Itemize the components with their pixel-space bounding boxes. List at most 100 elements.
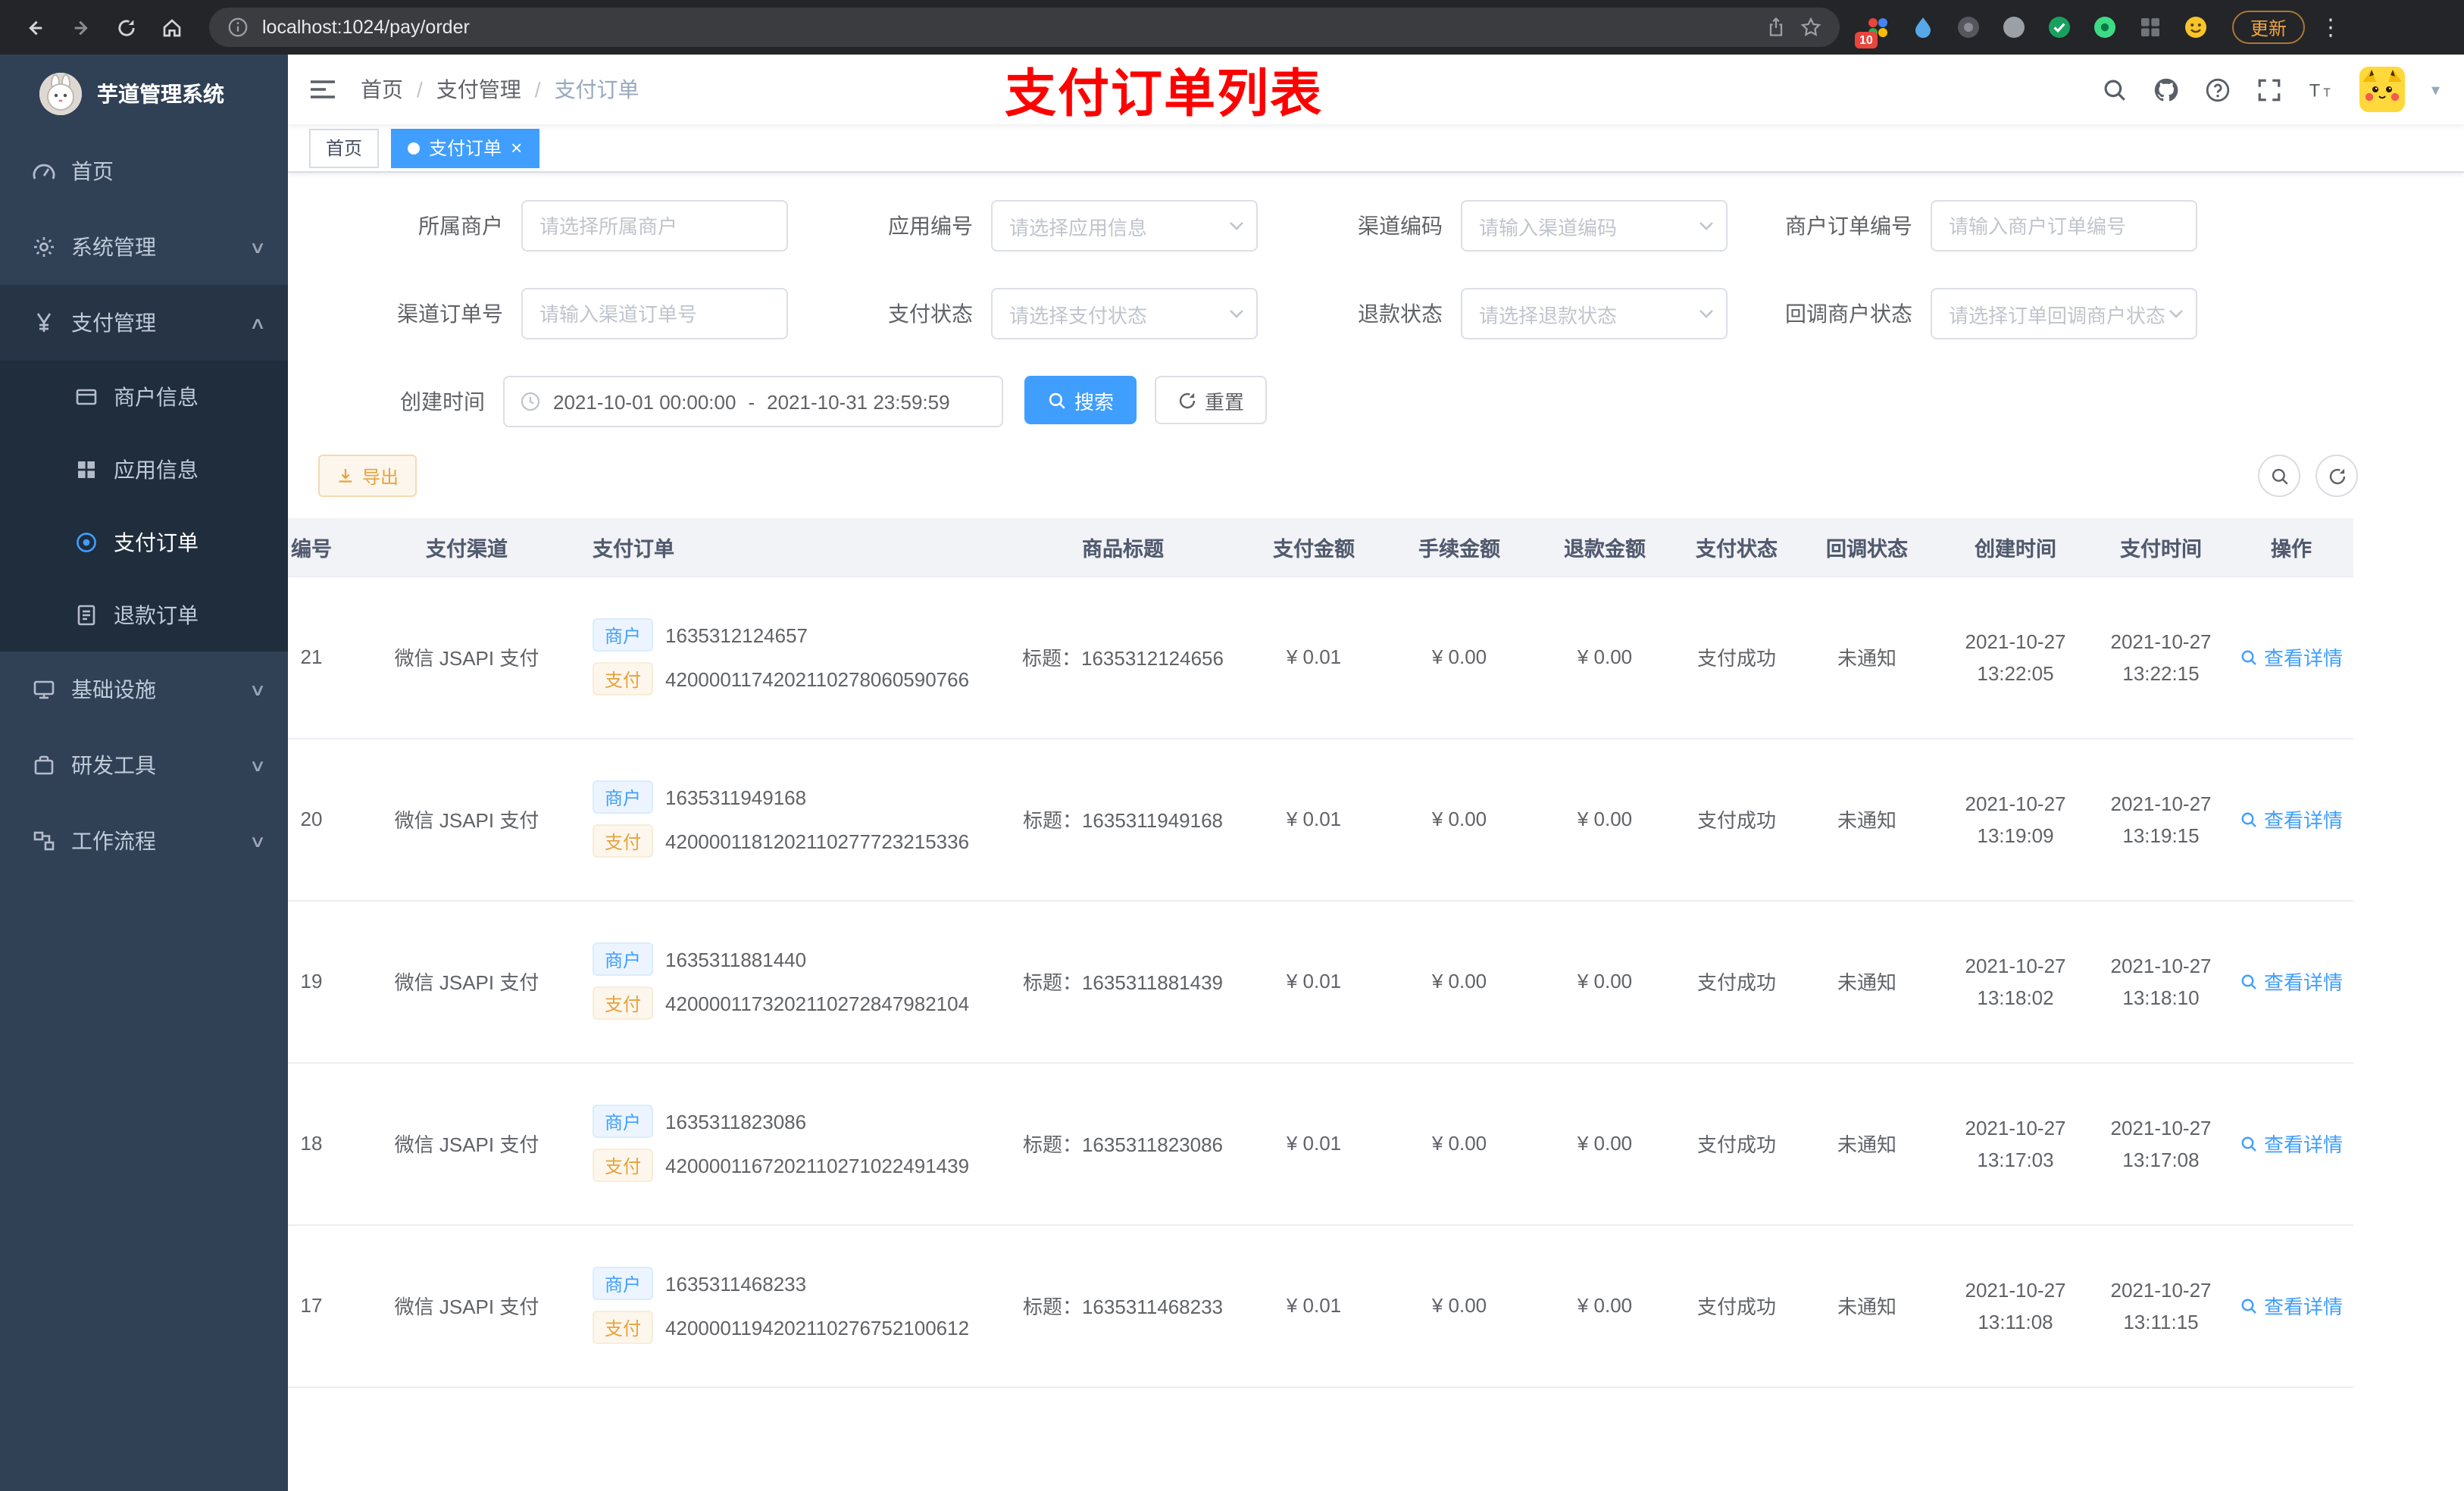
cell-id (288, 1386, 353, 1439)
view-detail-link[interactable]: 查看详情 (2240, 642, 2343, 671)
sidebar-item-home[interactable]: 首页 (0, 133, 288, 209)
browser-back-icon[interactable] (15, 8, 55, 47)
site-info-icon[interactable] (227, 17, 249, 38)
hamburger-icon[interactable] (309, 79, 336, 100)
field-label: 回调商户状态 (1785, 302, 1912, 326)
app-logo[interactable]: 芋道管理系统 (0, 55, 288, 133)
date-end[interactable]: 2021-10-31 23:59:59 (767, 390, 949, 413)
extension-grid-icon[interactable] (2137, 14, 2162, 40)
chevron-down-icon: ∨ (249, 681, 267, 699)
view-detail-link[interactable]: 查看详情 (2240, 805, 2343, 833)
cell-id: 21 (288, 576, 353, 739)
browser-forward-icon[interactable] (61, 8, 100, 47)
select-arrow-icon (1229, 309, 1244, 318)
breadcrumb-payment[interactable]: 支付管理 (436, 74, 521, 105)
app-title: 芋道管理系统 (97, 82, 224, 106)
dashboard-icon (30, 158, 56, 184)
extension-smiley-icon[interactable] (2182, 14, 2208, 40)
fullscreen-icon[interactable] (2257, 77, 2283, 102)
sidebar-item-app-info[interactable]: 应用信息 (0, 433, 288, 506)
notify-status-select[interactable]: 请选择订单回调商户状态 (1931, 288, 2197, 339)
sidebar-item-payment[interactable]: 支付管理 ∧ (0, 285, 288, 361)
refresh-table-button[interactable] (2315, 455, 2358, 497)
address-bar[interactable]: localhost:1024/pay/order (209, 8, 1840, 47)
merchant-input[interactable] (521, 200, 788, 252)
help-icon[interactable] (2206, 77, 2231, 102)
sidebar-item-label: 系统管理 (71, 235, 156, 259)
sidebar-item-system[interactable]: 系统管理 ∨ (0, 209, 288, 285)
cell-create-time: 2021-10-27 13:17:03 (1938, 1062, 2093, 1225)
filter-notify-status: 回调商户状态 请选择订单回调商户状态 (1728, 288, 2197, 339)
extension-dark-icon[interactable] (1955, 14, 1981, 40)
export-button[interactable]: 导出 (318, 455, 417, 497)
cell-pay-order: 商户 1635311949168 支付 4200001181202110277723… (580, 738, 1005, 901)
browser-home-icon[interactable] (152, 8, 191, 47)
filter-merchant: 所属商户 (318, 200, 788, 252)
pay-tag: 支付 (593, 1311, 654, 1344)
view-detail-link[interactable]: 查看详情 (2240, 967, 2343, 996)
reset-button[interactable]: 重置 (1155, 376, 1268, 424)
browser-refresh-icon[interactable] (106, 8, 145, 47)
sidebar-item-dev-tools[interactable]: 研发工具 ∨ (0, 727, 288, 803)
select-arrow-icon (2169, 309, 2184, 318)
refund-status-select[interactable]: 请选择退款状态 (1461, 288, 1728, 339)
filter-row-1: 所属商户 应用编号 请选择应用信息 渠道编码 请输入渠道编码 (318, 200, 2434, 252)
search-button[interactable]: 搜索 (1024, 376, 1137, 424)
pay-status-select[interactable]: 请选择支付状态 (991, 288, 1258, 339)
browser-update-button[interactable]: 更新 (2232, 11, 2306, 44)
channel-order-no-input[interactable] (521, 288, 788, 339)
channel-code-select[interactable]: 请输入渠道编码 (1461, 200, 1728, 252)
extension-drop-icon[interactable] (1909, 14, 1935, 40)
sidebar-item-infra[interactable]: 基础设施 ∨ (0, 652, 288, 727)
sidebar-item-label: 商户信息 (114, 385, 199, 409)
share-icon[interactable] (1765, 17, 1787, 38)
cell-notify-status: 未通知 (1796, 1062, 1938, 1225)
sidebar-item-label: 研发工具 (71, 753, 156, 777)
table-row: 20 微信 JSAPI 支付 商户 1635311949168 支付 4200001… (288, 738, 2353, 901)
toggle-search-button[interactable] (2258, 455, 2300, 497)
orders-table: 编号 支付渠道 支付订单 商品标题 支付金额 手续金额 退款金额 支付状态 回调… (288, 518, 2464, 1439)
header-fee: 手续金额 (1387, 518, 1532, 577)
caret-down-icon[interactable]: ▾ (2431, 80, 2440, 99)
extension-colordots-icon[interactable]: 10 (1855, 14, 1890, 48)
breadcrumb-home[interactable]: 首页 (361, 74, 403, 105)
sidebar-item-refund-order[interactable]: 退款订单 (0, 579, 288, 652)
cell-fee: ¥ 0.00 (1387, 1062, 1532, 1225)
tab-pay-order[interactable]: 支付订单 × (391, 128, 539, 167)
merchant-order-no-input[interactable] (1931, 200, 2197, 252)
app-id-select[interactable]: 请选择应用信息 (991, 200, 1258, 252)
cell-fee: ¥ 0.00 (1387, 576, 1532, 739)
tab-close-icon[interactable]: × (511, 138, 522, 158)
tags-view: 首页 支付订单 × (288, 124, 2464, 173)
cell-amount: ¥ 0.01 (1241, 738, 1387, 901)
date-range-picker[interactable]: 2021-10-01 00:00:00 - 2021-10-31 23:59:5… (503, 376, 1003, 427)
search-icon[interactable] (2103, 77, 2128, 102)
browser-toolbar: localhost:1024/pay/order 10 更新 ⋮ (0, 0, 2464, 55)
extension-check-icon[interactable] (2046, 14, 2072, 40)
grid-icon (73, 457, 98, 483)
extension-gray-icon[interactable] (2000, 14, 2026, 40)
cell-channel (353, 1386, 580, 1439)
sidebar-item-pay-order[interactable]: 支付订单 (0, 506, 288, 579)
view-detail-link[interactable]: 查看详情 (2240, 1291, 2343, 1320)
extension-green-icon[interactable] (2091, 14, 2117, 40)
tab-home[interactable]: 首页 (309, 128, 380, 167)
github-icon[interactable] (2154, 77, 2180, 102)
sidebar-item-workflow[interactable]: 工作流程 ∨ (0, 803, 288, 879)
cell-title: 标题：1635312124656 (1005, 576, 1241, 739)
date-start[interactable]: 2021-10-01 00:00:00 (553, 390, 736, 413)
pay-tag: 支付 (593, 986, 654, 1020)
cell-create-time: 2021-10-27 13:22:05 (1938, 576, 2093, 739)
cell-actions: 查看详情 (2229, 1062, 2353, 1225)
font-size-icon[interactable]: TT (2309, 77, 2334, 102)
cell-pay-status: 支付成功 (1678, 1062, 1796, 1225)
user-avatar[interactable] (2359, 67, 2406, 112)
cell-channel: 微信 JSAPI 支付 (353, 900, 580, 1063)
table-header-row: 编号 支付渠道 支付订单 商品标题 支付金额 手续金额 退款金额 支付状态 回调… (288, 518, 2353, 577)
view-detail-link[interactable]: 查看详情 (2240, 1129, 2343, 1158)
sidebar-item-merchant-info[interactable]: 商户信息 (0, 361, 288, 433)
browser-menu-icon[interactable]: ⋮ (2311, 8, 2350, 47)
navbar-actions: TT ▾ (2103, 67, 2440, 112)
bookmark-star-icon[interactable] (1800, 17, 1821, 38)
clock-icon (520, 391, 541, 412)
